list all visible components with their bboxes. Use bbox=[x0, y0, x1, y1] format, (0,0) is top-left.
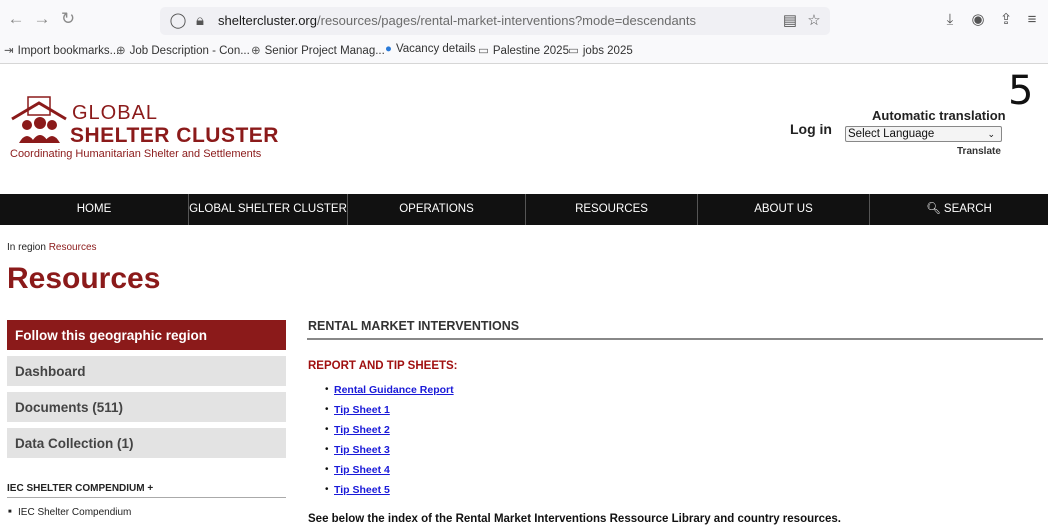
import-icon: ⇥ bbox=[4, 45, 14, 57]
search-icon: 🔍︎ bbox=[926, 203, 944, 215]
nav-global-shelter-cluster[interactable]: GLOBAL SHELTER CLUSTER bbox=[189, 194, 348, 225]
share-icon[interactable]: ⇪ bbox=[996, 10, 1016, 30]
tip-sheet-5-link[interactable]: Tip Sheet 5 bbox=[334, 484, 390, 496]
bullet: • bbox=[325, 444, 329, 455]
bookmark-vacancy[interactable]: ● Vacancy details bbox=[385, 43, 476, 55]
divider bbox=[307, 338, 1043, 340]
globe-icon: ⊕ bbox=[116, 45, 126, 57]
bookmark-senior-project[interactable]: ⊕ Senior Project Manag... bbox=[251, 43, 385, 57]
globe-icon: ⊕ bbox=[251, 45, 261, 57]
bookmark-palestine[interactable]: ▭ Palestine 2025 bbox=[478, 43, 569, 57]
reload-icon[interactable]: ↻ bbox=[58, 8, 78, 30]
page-title: Resources bbox=[7, 262, 161, 295]
dot-icon: ● bbox=[385, 43, 392, 55]
bookmark-jobs[interactable]: ▭ jobs 2025 bbox=[568, 43, 633, 57]
lock-icon[interactable]: 🔒︎ bbox=[190, 11, 210, 31]
language-select[interactable]: Select Language ⌄ bbox=[845, 126, 1002, 142]
translate-link[interactable]: Translate bbox=[957, 146, 1001, 157]
shelter-logo-icon[interactable] bbox=[10, 93, 68, 145]
iec-compendium-heading[interactable]: IEC SHELTER COMPENDIUM + bbox=[7, 483, 153, 494]
shield-icon[interactable]: ◯ bbox=[168, 11, 188, 31]
breadcrumb-link-resources[interactable]: Resources bbox=[49, 242, 97, 253]
tip-sheet-3-link[interactable]: Tip Sheet 3 bbox=[334, 444, 390, 456]
logo-tagline: Coordinating Humanitarian Shelter and Se… bbox=[10, 148, 262, 160]
tip-sheet-1-link[interactable]: Tip Sheet 1 bbox=[334, 404, 390, 416]
report-tip-sheets-heading: REPORT AND TIP SHEETS: bbox=[308, 360, 458, 372]
bullet: • bbox=[325, 404, 329, 415]
nav-resources[interactable]: RESOURCES bbox=[526, 194, 698, 225]
reader-view-icon[interactable]: ▤ bbox=[780, 11, 800, 31]
section-heading: RENTAL MARKET INTERVENTIONS bbox=[308, 319, 520, 333]
sidebar-item-documents[interactable]: Documents (511) bbox=[7, 392, 286, 424]
url-text[interactable]: sheltercluster.org/resources/pages/renta… bbox=[218, 13, 696, 28]
folder-icon: ▭ bbox=[478, 45, 489, 57]
divider bbox=[7, 497, 286, 498]
tip-sheet-4-link[interactable]: Tip Sheet 4 bbox=[334, 464, 390, 476]
iec-compendium-link[interactable]: IEC Shelter Compendium bbox=[8, 507, 131, 518]
nav-operations[interactable]: OPERATIONS bbox=[348, 194, 526, 225]
tip-sheet-2-link[interactable]: Tip Sheet 2 bbox=[334, 424, 390, 436]
rental-guidance-report-link[interactable]: Rental Guidance Report bbox=[334, 384, 454, 396]
logo-text-shelter-cluster[interactable]: SHELTER CLUSTER bbox=[70, 124, 279, 148]
bullet: • bbox=[325, 464, 329, 475]
sidebar-item-data-collection[interactable]: Data Collection (1) bbox=[7, 428, 286, 460]
back-icon[interactable]: ← bbox=[6, 8, 26, 30]
page-number: 5 bbox=[1008, 68, 1034, 114]
bookmark-star-icon[interactable]: ☆ bbox=[804, 11, 824, 31]
download-icon[interactable]: ⤓ bbox=[940, 10, 960, 30]
bookmark-job-description[interactable]: ⊕ Job Description - Con... bbox=[116, 43, 250, 57]
nav-search[interactable]: 🔍︎ SEARCH bbox=[870, 194, 1048, 225]
logo-text-global[interactable]: GLOBAL bbox=[72, 102, 158, 125]
main-nav: HOME GLOBAL SHELTER CLUSTER OPERATIONS R… bbox=[0, 194, 1048, 225]
library-index-text: See below the index of the Rental Market… bbox=[308, 513, 841, 525]
bookmark-import[interactable]: ⇥ Import bookmarks... bbox=[4, 43, 119, 57]
menu-icon[interactable]: ≡ bbox=[1022, 10, 1042, 30]
sidebar-item-dashboard[interactable]: Dashboard bbox=[7, 356, 286, 388]
bullet: • bbox=[325, 484, 329, 495]
chevron-down-icon: ⌄ bbox=[987, 129, 995, 139]
nav-home[interactable]: HOME bbox=[0, 194, 189, 225]
breadcrumb: In region Resources bbox=[7, 242, 97, 253]
bullet: • bbox=[325, 424, 329, 435]
account-icon[interactable]: ◉ bbox=[968, 10, 988, 30]
browser-chrome: ← → ↻ ◯ 🔒︎ sheltercluster.org/resources/… bbox=[0, 0, 1048, 64]
language-select-value: Select Language bbox=[848, 128, 935, 140]
folder-icon: ▭ bbox=[568, 45, 579, 57]
auto-translation-label: Automatic translation bbox=[872, 108, 1006, 123]
url-bar[interactable]: ◯ 🔒︎ sheltercluster.org/resources/pages/… bbox=[160, 7, 830, 35]
login-link[interactable]: Log in bbox=[790, 121, 832, 137]
nav-about-us[interactable]: ABOUT US bbox=[698, 194, 870, 225]
forward-icon[interactable]: → bbox=[32, 8, 52, 30]
breadcrumb-prefix: In region bbox=[7, 242, 46, 253]
follow-region-button[interactable]: Follow this geographic region bbox=[7, 320, 286, 352]
bullet: • bbox=[325, 384, 329, 395]
